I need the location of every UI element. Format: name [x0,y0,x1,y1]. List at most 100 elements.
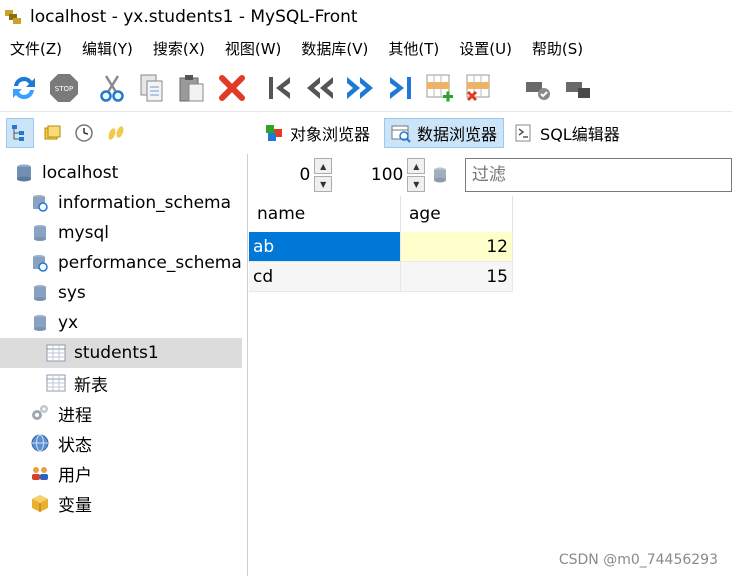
package-icon [32,495,48,512]
title-bar: localhost - yx.students1 - MySQL-Front [0,0,732,34]
table-cell-name[interactable]: cd [249,262,401,292]
menu-search[interactable]: 搜索(X) [143,34,215,64]
copy-button[interactable] [132,68,172,108]
database-tree: localhost information_schema mysql perfo… [0,154,248,576]
view-toolbar: 对象浏览器 数据浏览器 SQL编辑器 [0,112,732,154]
tab-data-browser[interactable]: 数据浏览器 [384,118,505,148]
tree-item-status[interactable]: 状态 [30,428,92,458]
footprints-icon [108,126,124,140]
tree-item-label: information_schema [58,193,232,213]
previous-record-button[interactable] [300,68,340,108]
menu-other[interactable]: 其他(T) [378,34,449,64]
spin-down-icon[interactable]: ▼ [314,176,333,192]
cancel-icon [566,81,590,98]
tree-item-label: 用户 [58,465,92,486]
database-icon [34,315,46,331]
tree-item-new-table[interactable]: 新表 [46,368,108,398]
next-record-icon [347,76,373,99]
apply-limit-button[interactable] [425,158,455,192]
menu-help[interactable]: 帮助(S) [522,34,593,64]
tab-sql-editor[interactable]: SQL编辑器 [508,118,626,148]
tree-item-label: 新表 [74,375,108,396]
menu-view[interactable]: 视图(W) [215,34,292,64]
previous-record-icon [307,76,333,99]
menu-edit[interactable]: 编辑(Y) [72,34,143,64]
spin-up-icon[interactable]: ▲ [314,158,333,174]
tab-sql-editor-label: SQL编辑器 [540,125,620,144]
last-record-button[interactable] [380,68,420,108]
tree-item-users[interactable]: 用户 [30,458,92,488]
bookmarks-button[interactable] [38,118,66,148]
tree-item-students1[interactable]: students1 [0,338,242,368]
navigator-button[interactable] [6,118,34,148]
tree-item-label: performance_schema [58,253,242,273]
filter-input[interactable] [464,158,732,192]
column-header-name[interactable]: name [249,196,401,232]
tree-item-performance-schema[interactable]: performance_schema [30,248,242,278]
globe-icon [31,434,49,452]
sql-history-button[interactable] [102,118,130,148]
system-database-icon [33,255,48,272]
clock-icon [75,124,93,142]
data-nav-toolbar: 0 ▲ ▼ 100 ▲ ▼ [249,156,732,194]
delete-record-button[interactable] [460,68,500,108]
bookmarks-icon [44,125,61,140]
limit-spinner[interactable]: ▲ ▼ [407,158,426,192]
database-icon [34,285,46,301]
menu-database[interactable]: 数据库(V) [291,34,378,64]
tree-item-processes[interactable]: 进程 [30,398,92,428]
tree-item-information-schema[interactable]: information_schema [30,188,231,218]
stop-button[interactable]: STOP [44,68,84,108]
insert-record-icon [426,74,453,101]
column-header-age[interactable]: age [401,196,513,232]
table-icon [46,374,66,392]
first-record-button[interactable] [260,68,300,108]
paste-button[interactable] [172,68,212,108]
table-cell-age[interactable]: 15 [401,262,513,292]
menu-settings[interactable]: 设置(U) [449,34,522,64]
post-icon [526,81,550,100]
tree-item-label: 状态 [58,435,92,456]
data-browser-icon [391,125,411,143]
insert-record-button[interactable] [420,68,460,108]
server-icon [17,164,31,182]
system-database-icon [33,195,48,212]
main-toolbar: STOP [0,64,732,112]
cancel-button[interactable] [558,68,598,108]
users-icon [32,467,48,480]
last-record-icon [390,76,411,99]
tree-item-label: 进程 [58,405,92,426]
refresh-button[interactable] [4,68,44,108]
mysql-front-app-icon [5,10,21,24]
database-limit-icon [434,167,446,183]
cut-button[interactable] [92,68,132,108]
menu-file[interactable]: 文件(Z) [0,34,72,64]
tree-item-label: students1 [74,343,159,363]
offset-field[interactable]: 0 [249,158,314,192]
object-browser-icon [266,125,282,141]
spin-down-icon[interactable]: ▼ [407,176,426,192]
watermark: CSDN @m0_74456293 [558,552,718,568]
delete-icon [219,74,245,101]
history-button[interactable] [70,118,98,148]
offset-spinner[interactable]: ▲ ▼ [314,158,333,192]
delete-button[interactable] [212,68,252,108]
table-cell-name[interactable]: ab [249,232,401,262]
post-button[interactable] [518,68,558,108]
spin-up-icon[interactable]: ▲ [407,158,426,174]
first-record-icon [269,76,290,99]
tree-item-localhost[interactable]: localhost [14,158,118,188]
window-title: localhost - yx.students1 - MySQL-Front [30,7,358,27]
copy-icon [140,74,163,101]
tree-item-mysql[interactable]: mysql [30,218,109,248]
next-record-button[interactable] [340,68,380,108]
tree-item-sys[interactable]: sys [30,278,86,308]
tab-object-browser[interactable]: 对象浏览器 [258,118,376,148]
tree-item-yx[interactable]: yx [30,308,78,338]
limit-field[interactable]: 100 [332,158,407,192]
tree-item-variables[interactable]: 变量 [30,488,92,518]
table-cell-age[interactable]: 12 [401,232,513,262]
tab-object-browser-label: 对象浏览器 [290,125,371,144]
delete-record-icon [466,74,490,101]
tree-item-label: localhost [42,163,119,183]
